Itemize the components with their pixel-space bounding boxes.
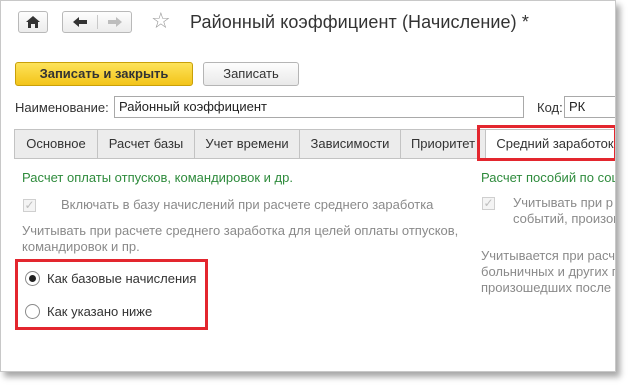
highlight-radio-group [15,259,208,330]
code-label: Код: [537,100,563,115]
highlight-tab-average-earnings [477,125,615,161]
code-field[interactable]: РК [564,96,615,118]
tab-base-calc[interactable]: Расчет базы [97,129,195,159]
benefits-checkbox[interactable]: ✓ [482,197,495,210]
include-in-base-label: Включать в базу начислений при расчете с… [61,197,434,212]
earnings-description-line1: Учитывать при расчете среднего заработка… [22,223,459,238]
save-and-close-button[interactable]: Записать и закрыть [15,62,193,86]
tab-dependencies[interactable]: Зависимости [299,129,401,159]
tab-time-accounting[interactable]: Учет времени [194,129,300,159]
home-button[interactable] [18,11,48,33]
name-label: Наименование: [15,100,109,115]
page-title: Районный коэффициент (Начисление) * [190,12,529,32]
arrow-left-icon[interactable] [63,12,97,32]
form-header: ☆ Районный коэффициент (Начисление) * [1,1,615,51]
history-nav [62,11,132,33]
benefits-calc-heading: Расчет пособий по соц [481,170,616,185]
tab-main[interactable]: Основное [14,129,98,159]
earnings-description-line2: командировок и пр. [22,239,140,254]
save-button[interactable]: Записать [203,62,299,86]
benefits-description-line2: больничных и других п [481,264,616,279]
include-in-base-checkbox[interactable]: ✓ [23,199,36,212]
arrow-right-icon[interactable] [98,12,132,32]
home-icon [26,16,40,28]
benefits-description-line3: произошедших после [481,280,612,295]
tab-priority[interactable]: Приоритет [400,129,486,159]
form-window: ☆ Районный коэффициент (Начисление) * За… [0,0,616,372]
star-icon[interactable]: ☆ [151,9,171,33]
vacation-calc-heading: Расчет оплаты отпусков, командировок и д… [22,170,293,185]
name-field[interactable]: Районный коэффициент [114,96,524,118]
benefits-checkbox-label-line1: Учитывать при р [513,195,614,210]
benefits-checkbox-label-line2: событий, произош [513,211,616,226]
benefits-description-line1: Учитывается при расч [481,248,616,263]
